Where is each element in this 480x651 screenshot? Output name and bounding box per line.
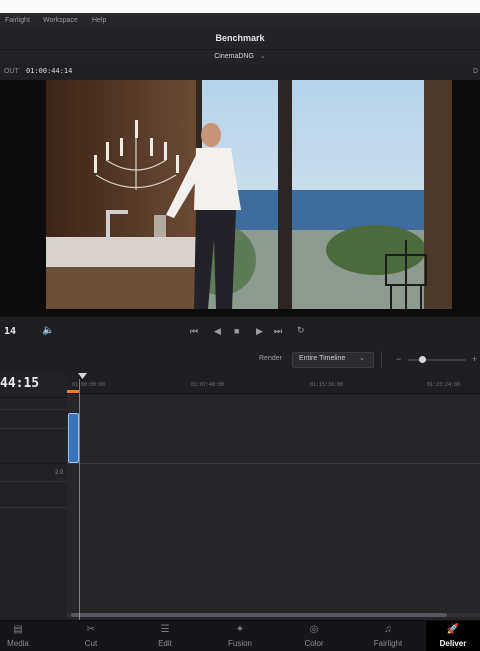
play-reverse-button[interactable]: ◀ [214,326,221,337]
menu-bar: Fairlight Workspace Help [0,13,480,29]
skip-back-button[interactable]: ⏮ [190,326,198,337]
ruler-label: 01:00:00:00 [72,382,106,388]
transport-timecode: 14 [4,326,17,337]
preset-bar: CinemaDNG ⌄ [0,50,480,64]
speaker-icon[interactable]: 🔈 [42,325,54,336]
timeline-timecode: 44:15 [0,376,40,391]
zoom-slider-track[interactable] [408,359,466,361]
ruler-label: 01:15:36:00 [310,382,344,388]
tab-label: Fairlight [373,639,403,648]
viewer-header: OUT 01:00:44:14 D [0,64,480,81]
divider [0,481,67,482]
edit-icon: ☰ [160,624,170,635]
play-button[interactable]: ▶ [256,326,263,337]
timeline-panel: 44:15 2.0 01:00:00:00 01:07:48:00 01:15:… [0,373,480,620]
out-label: OUT [4,68,19,75]
zoom-out-button[interactable]: − [396,354,401,364]
tab-edit[interactable]: ☰ Edit [129,621,201,651]
track-headers: 44:15 2.0 [0,373,68,620]
tab-label: Edit [158,639,172,648]
divider [0,428,67,429]
page-tab-bar: ▤ Media ✂ Cut ☰ Edit ✦ Fusion ◎ Color ♫ … [0,620,480,651]
tab-media[interactable]: ▤ Media [0,621,54,651]
viewer[interactable] [0,80,480,316]
render-range-value: Entire Timeline [299,355,346,362]
menu-workspace[interactable]: Workspace [43,17,78,24]
divider [67,463,480,464]
loop-button[interactable]: ↻ [297,325,305,336]
tab-label: Fusion [227,639,252,648]
playhead-line [79,379,80,620]
video-clip[interactable] [68,413,79,463]
cut-icon: ✂ [86,624,96,635]
zoom-in-button[interactable]: + [472,354,477,364]
fairlight-icon: ♫ [384,624,392,635]
menu-fairlight[interactable]: Fairlight [5,17,30,24]
zoom-slider-handle[interactable] [419,356,426,363]
transport-bar: 14 🔈 ⏮ ◀ ■ ▶ ⏭ ↻ [0,316,480,348]
ruler-label: 01:07:48:00 [191,382,225,388]
deliver-icon: 🚀 [446,624,460,635]
menu-help[interactable]: Help [92,17,106,24]
preset-selector[interactable]: CinemaDNG ⌄ [0,52,480,60]
render-label: Render [259,355,282,362]
tab-label: Cut [84,639,98,648]
timeline-ruler[interactable]: 01:00:00:00 01:07:48:00 01:15:36:00 01:2… [67,373,480,394]
preset-label: CinemaDNG [214,53,254,60]
divider [0,463,67,464]
scrollbar-thumb[interactable] [71,613,447,617]
divider [0,507,67,508]
audio-level-label: 2.0 [55,470,64,476]
tab-deliver[interactable]: 🚀 Deliver [426,621,480,651]
divider [0,397,67,398]
tab-fairlight[interactable]: ♫ Fairlight [352,621,424,651]
title-bar: Benchmark [0,29,480,50]
tab-cut[interactable]: ✂ Cut [55,621,127,651]
skip-forward-button[interactable]: ⏭ [274,326,282,337]
divider [381,351,382,368]
divider [0,409,67,410]
tab-fusion[interactable]: ✦ Fusion [204,621,276,651]
top-white-strip [0,0,480,13]
tab-label: Deliver [439,639,467,648]
tab-color[interactable]: ◎ Color [278,621,350,651]
timeline-scrollbar[interactable] [67,613,480,617]
media-icon: ▤ [13,624,23,635]
color-icon: ◎ [309,624,319,635]
video-frame [46,80,452,309]
ruler-label: 01:23:24:00 [427,382,461,388]
chevron-down-icon: ⌄ [359,355,365,362]
project-title: Benchmark [215,33,265,43]
render-range-marker [67,390,79,393]
render-range-dropdown[interactable]: Entire Timeline ⌄ [292,352,374,368]
tab-label: Color [304,639,324,648]
tab-label: Media [7,639,29,648]
fusion-icon: ✦ [235,624,245,635]
video-frame-image [46,80,452,309]
stop-button[interactable]: ■ [234,326,239,336]
out-timecode: 01:00:44:14 [26,67,73,75]
chevron-down-icon: ⌄ [259,53,266,60]
render-bar: Render Entire Timeline ⌄ − + [0,347,480,374]
viewer-edge-label: D [473,68,479,75]
track-area[interactable] [67,373,480,620]
